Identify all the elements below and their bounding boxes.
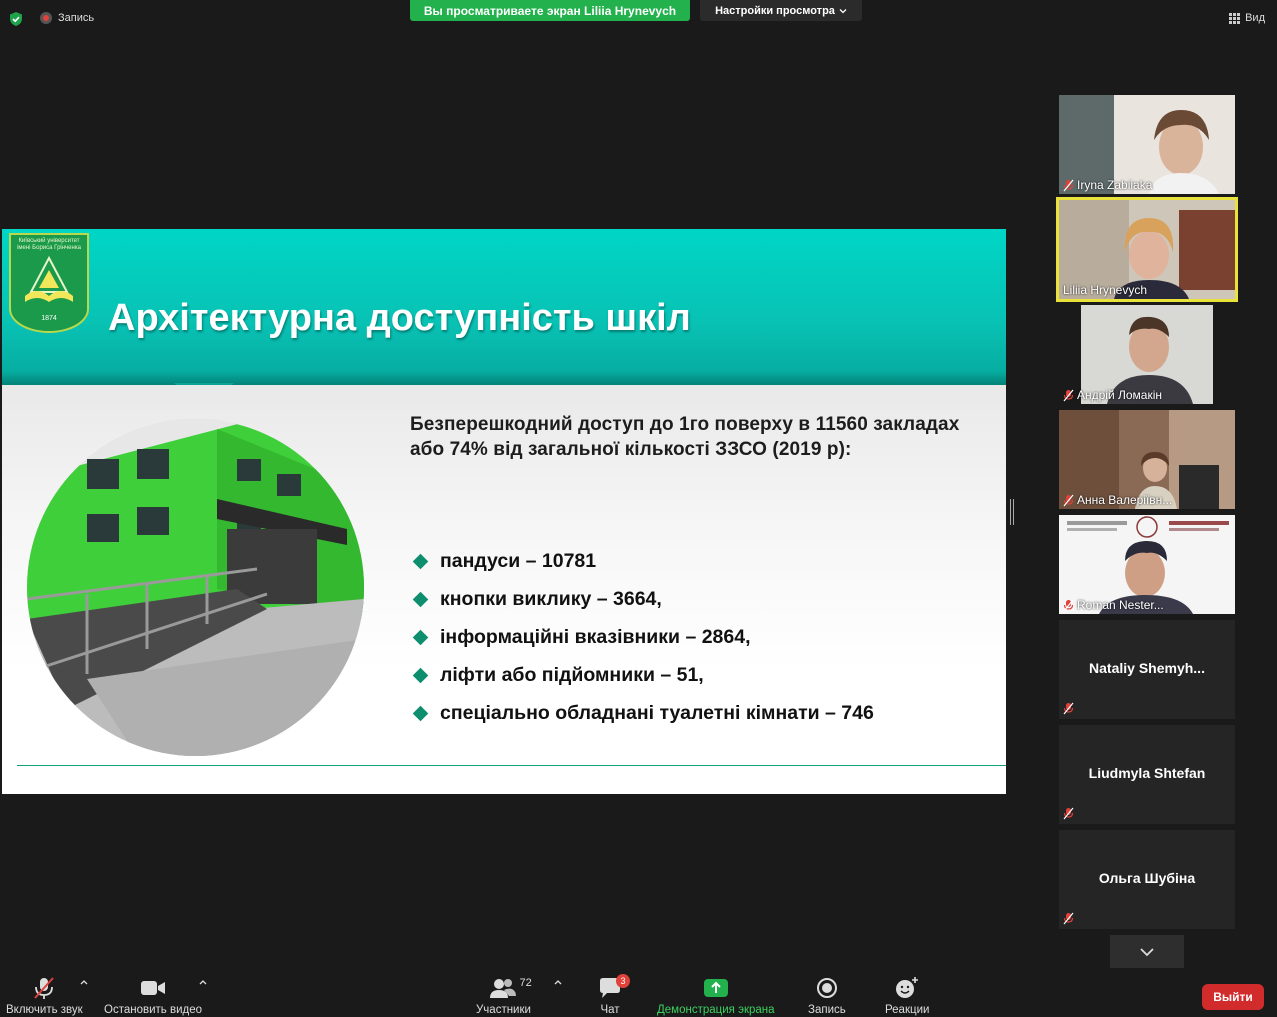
- bullet-text: кнопки виклику – 3664,: [440, 587, 662, 610]
- participant-tile[interactable]: Андрій Ломакін: [1059, 305, 1235, 404]
- chevron-down-icon: [839, 8, 847, 13]
- record-dot-icon: [40, 12, 52, 24]
- diamond-bullet-icon: [412, 591, 429, 607]
- bullet-text: пандуси – 10781: [440, 549, 597, 572]
- list-item: спеціально обладнані туалетні кімнати – …: [412, 694, 874, 732]
- muted-mic-icon: [1063, 912, 1074, 925]
- muted-mic-icon: [1063, 599, 1074, 611]
- muted-mic-icon: [1063, 807, 1074, 820]
- logo-year: 1874: [41, 315, 57, 322]
- shared-screen-slide: Київський університет імені Бориса Грінч…: [2, 229, 1006, 794]
- participant-tile[interactable]: Nataliy Shemyh...: [1059, 620, 1235, 719]
- view-button[interactable]: Вид: [1229, 12, 1265, 24]
- share-screen-icon: [703, 979, 728, 997]
- top-bar: Запись Вы просматриваете экран Liliia Hr…: [0, 0, 1277, 40]
- reactions-label: Реакции: [885, 1004, 930, 1016]
- video-options-caret-icon[interactable]: [199, 978, 207, 986]
- list-item: кнопки виклику – 3664,: [412, 580, 874, 618]
- stop-video-label: Остановить видео: [104, 1004, 202, 1016]
- share-screen-button[interactable]: Демонстрация экрана: [657, 974, 775, 1016]
- meeting-toolbar: Включить звук Остановить видео 72 Участн…: [0, 968, 1277, 1017]
- chat-label: Чат: [600, 1004, 620, 1016]
- slide-title: Архітектурна доступність шкіл: [108, 297, 691, 339]
- record-label: Запись: [808, 1004, 846, 1016]
- list-item: ліфти або підйомники – 51,: [412, 656, 874, 694]
- school-building-photo: [27, 419, 364, 756]
- logo-text: Київський університет імені Бориса Грінч…: [11, 238, 87, 252]
- video-camera-icon: [141, 981, 165, 995]
- participant-name-label: Roman Nester...: [1063, 598, 1164, 612]
- participant-name: Андрій Ломакін: [1077, 388, 1163, 402]
- participant-name: Анна Валеріївн...: [1077, 493, 1173, 507]
- security-shield-icon[interactable]: [8, 11, 24, 27]
- gallery-grid-icon: [1229, 12, 1241, 24]
- screen-share-banner: Вы просматриваете экран Liliia Hrynevych: [410, 0, 690, 21]
- logo-line-2: імені Бориса Грінченка: [17, 245, 81, 251]
- participant-name: Liudmyla Shtefan: [1088, 765, 1206, 781]
- chat-unread-badge: 3: [616, 974, 630, 988]
- muted-mic-icon: [1063, 494, 1074, 506]
- diamond-bullet-icon: [412, 705, 429, 721]
- participants-icon: [490, 979, 517, 998]
- diamond-bullet-icon: [412, 667, 429, 683]
- participant-tile[interactable]: Анна Валеріївн...: [1059, 410, 1235, 509]
- stop-video-button[interactable]: Остановить видео: [104, 974, 202, 1016]
- unmute-button[interactable]: Включить звук: [6, 974, 83, 1016]
- participant-name-label: Анна Валеріївн...: [1063, 493, 1172, 507]
- view-label: Вид: [1245, 12, 1265, 24]
- university-logo: Київський університет імені Бориса Грінч…: [9, 233, 89, 333]
- participants-count: 72: [519, 977, 532, 989]
- participant-tile[interactable]: Ольга Шубіна: [1059, 830, 1235, 929]
- bullet-text: спеціально обладнані туалетні кімнати – …: [440, 701, 874, 724]
- recording-label: Запись: [58, 12, 95, 24]
- participant-name: Nataliy Shemyh...: [1089, 660, 1205, 676]
- leave-meeting-button[interactable]: Выйти: [1202, 984, 1264, 1010]
- participant-tile[interactable]: Liudmyla Shtefan: [1059, 725, 1235, 824]
- view-settings-button[interactable]: Настройки просмотра: [700, 0, 862, 21]
- participant-tile[interactable]: Roman Nester...: [1059, 515, 1235, 614]
- participants-options-caret-icon[interactable]: [554, 978, 562, 986]
- list-item: пандуси – 10781: [412, 542, 874, 580]
- chat-button[interactable]: 3 Чат: [598, 974, 630, 1016]
- participant-name: Iryna Zabiiaka: [1077, 178, 1153, 192]
- reactions-button[interactable]: Реакции: [885, 974, 929, 1016]
- participant-tile-active-speaker[interactable]: Liliia Hrynevych: [1056, 197, 1238, 302]
- participant-name: Roman Nester...: [1077, 598, 1164, 612]
- slide-bullet-list: пандуси – 10781 кнопки виклику – 3664, і…: [412, 542, 874, 732]
- muted-mic-icon: [1063, 702, 1074, 715]
- unmute-label: Включить звук: [6, 1004, 83, 1016]
- muted-mic-icon: [1063, 389, 1074, 401]
- participants-button[interactable]: 72 Участники: [476, 974, 532, 1016]
- bullet-text: інформаційні вказівники – 2864,: [440, 625, 751, 648]
- chevron-down-icon: [1140, 947, 1154, 956]
- view-settings-label: Настройки просмотра: [715, 4, 835, 17]
- diamond-bullet-icon: [412, 629, 429, 645]
- audio-options-caret-icon[interactable]: [80, 978, 88, 986]
- diamond-bullet-icon: [412, 553, 429, 569]
- smiley-plus-icon: [896, 977, 919, 998]
- muted-mic-icon: [1063, 179, 1074, 191]
- slide-intro-text: Безперешкодний доступ до 1го поверху в 1…: [410, 414, 960, 460]
- bullet-text: ліфти або підйомники – 51,: [440, 663, 704, 686]
- participant-name: Ольга Шубіна: [1098, 870, 1196, 886]
- participant-name-label: Андрій Ломакін: [1063, 388, 1162, 402]
- recording-indicator[interactable]: Запись: [40, 12, 94, 24]
- record-icon: [816, 978, 837, 998]
- participant-name-label: Iryna Zabiiaka: [1063, 178, 1152, 192]
- participant-name: Liliia Hrynevych: [1063, 283, 1148, 297]
- record-button[interactable]: Запись: [808, 974, 846, 1016]
- participant-tile[interactable]: Iryna Zabiiaka: [1059, 95, 1235, 194]
- panel-resize-handle[interactable]: [1010, 499, 1014, 525]
- slide-footer-line: [17, 765, 1006, 766]
- participants-label: Участники: [476, 1004, 531, 1016]
- list-item: інформаційні вказівники – 2864,: [412, 618, 874, 656]
- scroll-participants-down-button[interactable]: [1110, 935, 1184, 968]
- muted-microphone-icon: [34, 977, 55, 999]
- share-screen-label: Демонстрация экрана: [657, 1004, 775, 1016]
- logo-emblem-icon: [25, 255, 73, 302]
- participant-name-label: Liliia Hrynevych: [1063, 283, 1147, 297]
- logo-line-1: Київський університет: [18, 238, 80, 244]
